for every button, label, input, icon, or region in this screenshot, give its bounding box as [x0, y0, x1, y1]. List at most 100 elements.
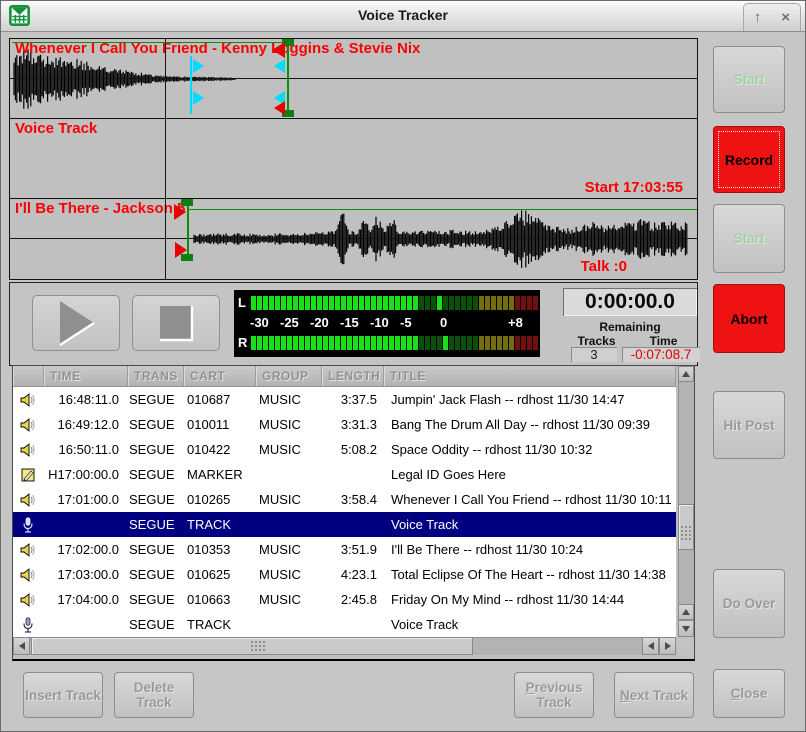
header-time[interactable]: TIME	[44, 366, 128, 386]
microphone-icon	[21, 517, 35, 533]
log-table: TIMETRANSCARTGROUPLENGTHTITLE 16:48:11.0…	[12, 365, 695, 661]
track1-end-cursor[interactable]	[287, 41, 289, 116]
table-row[interactable]: 16:50:11.0SEGUE010422MUSIC5:08.2Space Od…	[13, 437, 676, 462]
header-title[interactable]: TITLE	[384, 366, 676, 386]
header-trans[interactable]: TRANS	[128, 366, 184, 386]
row-icon-cell	[13, 542, 43, 558]
meter-scale-tick: -5	[400, 315, 412, 330]
speaker-icon	[20, 542, 36, 558]
table-row[interactable]: 16:48:11.0SEGUE010687MUSIC3:37.5Jumpin' …	[13, 387, 676, 412]
table-row[interactable]: 17:02:00.0SEGUE010353MUSIC3:51.9I'll Be …	[13, 537, 676, 562]
track3-start-line	[187, 209, 697, 210]
meter-segment	[419, 336, 424, 350]
remaining-tracks-value: 3	[571, 347, 617, 362]
scroll-down-button[interactable]	[678, 620, 694, 637]
meter-segment	[479, 336, 484, 350]
start-track3-button[interactable]: Start	[713, 204, 785, 273]
speaker-icon	[20, 492, 36, 508]
post-marker-icon[interactable]	[272, 42, 285, 58]
table-body: 16:48:11.0SEGUE010687MUSIC3:37.5Jumpin' …	[13, 387, 676, 637]
close-button[interactable]: Close	[713, 669, 785, 718]
start-marker-icon[interactable]	[175, 242, 187, 258]
play-button[interactable]	[32, 295, 120, 351]
table-row[interactable]: SEGUETRACKVoice Track	[13, 612, 676, 637]
row-cell-group: MUSIC	[255, 592, 321, 607]
meter-segment	[317, 336, 322, 350]
abort-button[interactable]: Abort	[713, 284, 785, 353]
meter-segment	[389, 296, 394, 310]
header-length[interactable]: LENGTH	[322, 366, 384, 386]
hit-post-button[interactable]: Hit Post	[713, 391, 785, 459]
vertical-scrollbar[interactable]	[678, 366, 694, 637]
header-group[interactable]: GROUP	[256, 366, 322, 386]
meter-segment	[461, 296, 466, 310]
table-row[interactable]: 17:04:00.0SEGUE010663MUSIC2:45.8Friday O…	[13, 587, 676, 612]
track2-title: Voice Track	[15, 120, 97, 137]
meter-segment	[473, 336, 478, 350]
start-marker-icon[interactable]	[174, 204, 186, 220]
meter-segment	[293, 336, 298, 350]
scroll-right-button[interactable]	[659, 637, 676, 655]
vertical-scroll-thumb[interactable]	[678, 504, 694, 550]
record-button[interactable]: Record	[713, 126, 785, 193]
scroll-left-button[interactable]	[13, 637, 30, 655]
fade-marker-icon[interactable]	[193, 59, 204, 73]
meter-scale-tick: -25	[280, 315, 299, 330]
meter-scale: -30-25-20-15-10-50+8	[250, 315, 538, 331]
table-row-selected[interactable]: SEGUETRACKVoice Track	[13, 512, 676, 537]
track-2[interactable]: Voice Track Start 17:03:55	[10, 118, 697, 198]
track-1[interactable]: Whenever I Call You Friend - Kenny Loggi…	[10, 39, 697, 118]
stop-icon	[158, 304, 194, 342]
row-cell-time: 17:04:00.0	[43, 592, 127, 607]
row-cell-length: 2:45.8	[321, 592, 383, 607]
meter-segment	[269, 296, 274, 310]
waveform-panel[interactable]: Whenever I Call You Friend - Kenny Loggi…	[9, 38, 698, 280]
table-row[interactable]: 17:03:00.0SEGUE010625MUSIC4:23.1Total Ec…	[13, 562, 676, 587]
meter-segment	[359, 296, 364, 310]
table-row[interactable]: H17:00:00.0SEGUEMARKERLegal ID Goes Here	[13, 462, 676, 487]
meter-segment	[251, 336, 256, 350]
next-track-button[interactable]: Next Track	[614, 672, 694, 718]
audio-level-meter: L -30-25-20-15-10-50+8 R	[234, 290, 540, 357]
table-row[interactable]: 17:01:00.0SEGUE010265MUSIC3:58.4Whenever…	[13, 487, 676, 512]
meter-segment	[395, 296, 400, 310]
do-over-button[interactable]: Do Over	[713, 569, 785, 638]
track1-fade-cursor[interactable]	[190, 56, 192, 114]
previous-track-button[interactable]: Previous Track	[514, 672, 594, 718]
row-icon-cell	[13, 592, 43, 608]
row-cell-trans: SEGUE	[127, 567, 183, 582]
meter-segment	[521, 296, 526, 310]
row-cell-time: 16:50:11.0	[43, 442, 127, 457]
scroll-up-button-2[interactable]	[678, 604, 694, 620]
track3-start-cursor[interactable]	[187, 200, 189, 261]
playback-cursor	[165, 39, 166, 279]
meter-segment	[347, 296, 352, 310]
table-row[interactable]: 16:49:12.0SEGUE010011MUSIC3:31.3Bang The…	[13, 412, 676, 437]
insert-track-button[interactable]: Insert Track	[23, 672, 103, 718]
stop-button[interactable]	[132, 295, 220, 351]
meter-segment	[527, 336, 532, 350]
speaker-icon	[20, 592, 36, 608]
fade-marker-icon[interactable]	[274, 59, 285, 73]
header-icon-column[interactable]	[13, 366, 44, 386]
meter-segment	[389, 336, 394, 350]
header-cart[interactable]: CART	[184, 366, 256, 386]
meter-segment	[281, 296, 286, 310]
end-marker-icon[interactable]	[274, 101, 285, 115]
delete-track-button[interactable]: Delete Track	[114, 672, 194, 718]
row-cell-length: 5:08.2	[321, 442, 383, 457]
row-cell-trans: SEGUE	[127, 467, 183, 482]
meter-segment	[377, 336, 382, 350]
horizontal-scroll-thumb[interactable]	[31, 637, 473, 655]
scroll-up-button[interactable]	[678, 366, 694, 382]
close-window-icon[interactable]: ×	[781, 10, 790, 25]
fade-marker-icon[interactable]	[193, 91, 204, 105]
horizontal-scrollbar[interactable]	[13, 637, 676, 655]
scroll-left-button-2[interactable]	[642, 637, 659, 655]
track-3[interactable]: I'll Be There - Jackson 5 Talk :0	[10, 198, 697, 278]
start-track1-button[interactable]: Start	[713, 46, 785, 113]
row-cell-title: Space Oddity -- rdhost 11/30 10:32	[383, 442, 676, 457]
shade-window-icon[interactable]: ↑	[754, 10, 762, 25]
titlebar[interactable]: Voice Tracker ↑ ×	[1, 1, 805, 32]
meter-segment	[443, 296, 448, 310]
